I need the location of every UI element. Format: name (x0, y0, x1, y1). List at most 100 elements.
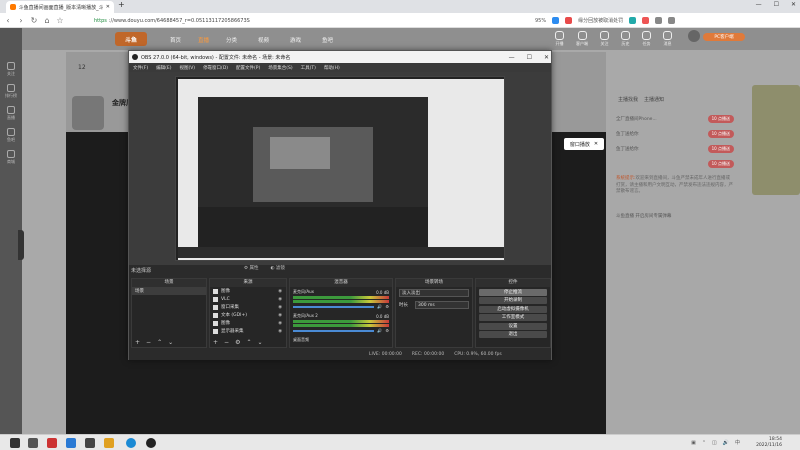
source-item[interactable]: VLC ◉ (210, 295, 286, 303)
start-recording-button[interactable]: 开始录制 (479, 297, 547, 304)
extension-icon[interactable] (552, 17, 560, 24)
zoom-level[interactable]: 95% (535, 18, 546, 24)
rank-badge[interactable]: 10 点播送 (707, 130, 734, 138)
move-up-button[interactable]: ⌃ (157, 339, 162, 346)
scene-item[interactable]: 场景 (132, 287, 206, 295)
plugin-icon[interactable] (629, 17, 637, 24)
gear-icon[interactable]: ⚙ (385, 328, 389, 333)
app-icon[interactable] (66, 438, 76, 448)
home-icon[interactable]: ⌂ (42, 16, 52, 25)
rank-badge[interactable]: 10 点播送 (707, 145, 734, 153)
speaker-icon[interactable]: 🔊 (377, 328, 382, 333)
source-item[interactable]: 显示器采集 ◉ (210, 327, 286, 335)
visibility-eye-icon[interactable]: ◉ (278, 313, 282, 318)
visibility-eye-icon[interactable]: ◉ (278, 297, 282, 302)
nav-category[interactable]: 分类 (226, 36, 237, 44)
douyu-logo[interactable]: 斗鱼 (115, 32, 147, 46)
window-play-button[interactable]: 窗口播放 ✕ (564, 138, 604, 150)
add-source-button[interactable]: + (213, 339, 218, 346)
close-icon[interactable]: ✕ (594, 141, 598, 147)
move-down-button[interactable]: ⌄ (168, 339, 173, 346)
app-icon[interactable] (47, 438, 57, 448)
visibility-eye-icon[interactable]: ◉ (278, 321, 282, 326)
anchor-avatar[interactable] (72, 96, 104, 130)
rail-item-follow[interactable]: 关注 (0, 58, 22, 80)
rail-item-rank[interactable]: 排行榜 (0, 80, 22, 102)
obs-close-button[interactable]: ✕ (544, 54, 549, 61)
source-item[interactable]: 窗口采集 ◉ (210, 303, 286, 311)
menu-scene-collection[interactable]: 场景集合(S) (268, 65, 292, 71)
add-scene-button[interactable]: + (135, 339, 140, 346)
gear-icon[interactable]: ⚙ (385, 304, 389, 309)
minimize-button[interactable]: — (756, 1, 762, 8)
url-field[interactable]: https ://www.douyu.com/64688457_r=0.0511… (90, 15, 280, 26)
properties-button[interactable]: ⚙ 属性 (244, 265, 258, 271)
message-icon[interactable]: 消息 (663, 31, 672, 47)
menu-file[interactable]: 文件(F) (133, 65, 148, 71)
obs-minimize-button[interactable]: — (509, 54, 515, 61)
search-hint[interactable]: 缘分回放被取消处罚 (578, 17, 623, 24)
menu-profile[interactable]: 配置文件(P) (236, 65, 260, 71)
side-ad-banner[interactable] (752, 85, 800, 195)
rank-badge[interactable]: 10 点播送 (707, 160, 734, 168)
go-live-icon[interactable]: 开播 (555, 31, 564, 47)
nav-live[interactable]: 直播 (198, 36, 209, 44)
visibility-eye-icon[interactable]: ◉ (278, 305, 282, 310)
reload-icon[interactable]: ↻ (29, 16, 39, 25)
tab-anchor-notice[interactable]: 主播通知 (644, 96, 664, 104)
obs-taskbar-icon[interactable] (146, 438, 156, 448)
task-icon[interactable]: 任务 (642, 31, 651, 47)
menu-view[interactable]: 视图(V) (179, 65, 195, 71)
user-avatar[interactable] (688, 30, 700, 42)
tray-app-icon[interactable]: ▣ (691, 440, 696, 446)
forward-icon[interactable]: › (16, 16, 26, 25)
volume-icon[interactable]: 🔊 (723, 440, 729, 446)
duration-field[interactable]: 300 ms (415, 301, 469, 309)
nav-home[interactable]: 首页 (170, 36, 181, 44)
history-icon[interactable]: 历史 (621, 31, 630, 47)
rail-item-fishbar[interactable]: 鱼吧 (0, 124, 22, 146)
close-window-button[interactable]: ✕ (791, 1, 796, 8)
tray-expand-icon[interactable]: ⌃ (702, 440, 706, 446)
volume-slider[interactable] (293, 329, 375, 332)
menu-help[interactable]: 帮助(H) (324, 65, 340, 71)
nav-video[interactable]: 视频 (258, 36, 269, 44)
rail-item-live[interactable]: 直播 (0, 102, 22, 124)
menu-icon[interactable] (668, 17, 676, 24)
app-icon[interactable] (104, 438, 114, 448)
pc-client-button[interactable]: PC客户端 (703, 33, 745, 41)
source-item[interactable]: 图像 ◉ (210, 287, 286, 295)
screenshot-icon[interactable] (642, 17, 650, 24)
move-down-button[interactable]: ⌄ (257, 339, 262, 346)
source-props-button[interactable]: ⚙ (235, 339, 240, 346)
nav-game[interactable]: 游戏 (290, 36, 301, 44)
new-tab-button[interactable]: + (118, 0, 125, 9)
search-icon[interactable] (28, 438, 38, 448)
source-item[interactable]: 图像 ◉ (210, 319, 286, 327)
rail-item-shop[interactable]: 商城 (0, 146, 22, 168)
tab-close-icon[interactable]: ✕ (106, 4, 110, 10)
speaker-icon[interactable]: 🔊 (377, 304, 382, 309)
remove-scene-button[interactable]: − (146, 339, 151, 346)
follow-icon[interactable]: 关注 (600, 31, 609, 47)
maximize-button[interactable]: ☐ (774, 1, 779, 8)
remove-source-button[interactable]: − (224, 339, 229, 346)
browser-taskbar-icon[interactable] (126, 438, 136, 448)
star-icon[interactable]: ☆ (55, 16, 65, 25)
ime-icon[interactable]: 中 (735, 439, 740, 446)
studio-mode-button[interactable]: 工作室模式 (479, 314, 547, 321)
obs-preview[interactable] (129, 72, 551, 265)
back-icon[interactable]: ‹ (3, 16, 13, 25)
filters-button[interactable]: ◐ 滤镜 (270, 265, 284, 271)
rank-badge[interactable]: 10 点播送 (707, 115, 734, 123)
taskbar-clock[interactable]: 18:54 2022/11/16 (756, 437, 782, 449)
visibility-eye-icon[interactable]: ◉ (278, 289, 282, 294)
client-icon[interactable]: 客户端 (576, 31, 588, 47)
menu-tools[interactable]: 工具(T) (301, 65, 316, 71)
room-tip[interactable]: 斗鱼直播 开启房间专属弹幕 (616, 210, 734, 222)
browser-tab[interactable]: 斗鱼直播间画面直播_版本清晰播放_斗鱼 ✕ (6, 1, 114, 13)
exit-button[interactable]: 退出 (479, 331, 547, 338)
app-icon[interactable] (85, 438, 95, 448)
transition-select[interactable]: 淡入淡出 (399, 289, 469, 297)
virtual-camera-button[interactable]: 启动虚拟摄像机 (479, 305, 547, 313)
